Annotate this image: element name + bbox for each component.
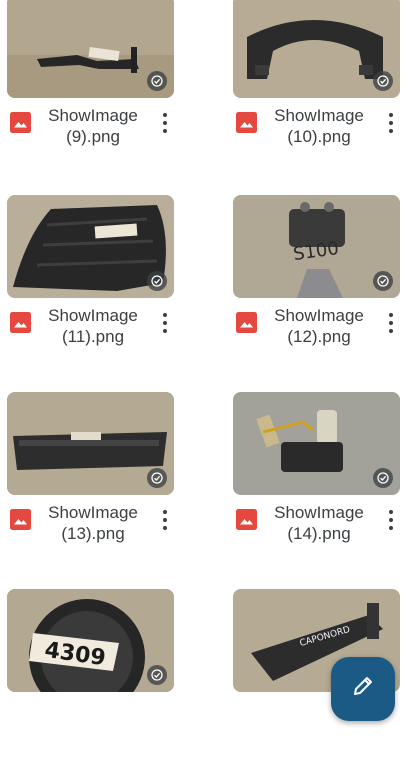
more-vert-icon[interactable] [158,111,172,135]
file-thumbnail[interactable] [233,0,400,98]
image-file-icon [10,312,31,333]
file-name: ShowImage (11).png [48,306,138,346]
file-thumbnail[interactable] [7,0,174,98]
image-file-icon [10,112,31,133]
file-card[interactable]: S100 ShowImage (12).png [226,195,412,385]
image-file-icon [236,312,257,333]
more-vert-icon[interactable] [384,311,398,335]
file-thumbnail[interactable] [233,392,400,495]
file-meta: ShowImage (10).png [226,105,412,149]
file-card[interactable]: ShowImage (11).png [0,195,186,385]
image-file-icon [236,112,257,133]
image-file-icon [236,509,257,530]
file-name: ShowImage (10).png [274,106,364,146]
file-meta: ShowImage (13).png [0,502,186,546]
file-thumbnail[interactable]: 4309 [7,589,174,692]
offline-check-icon [373,271,393,291]
file-name: ShowImage (9).png [48,106,138,146]
file-thumbnail[interactable] [7,392,174,495]
offline-check-icon [373,71,393,91]
edit-fab-button[interactable] [331,657,395,721]
more-vert-icon[interactable] [158,311,172,335]
file-meta: ShowImage (14).png [226,502,412,546]
file-card[interactable]: ShowImage (10).png [226,0,412,185]
offline-check-icon [373,468,393,488]
file-card[interactable]: ShowImage (14).png [226,392,412,582]
file-meta: ShowImage (9).png [0,105,186,149]
file-meta: ShowImage (11).png [0,305,186,349]
file-thumbnail[interactable]: S100 [233,195,400,298]
file-card[interactable]: ShowImage (9).png [0,0,186,185]
file-name: ShowImage (13).png [48,503,138,543]
offline-check-icon [147,665,167,685]
file-grid: ShowImage (9).png ShowImage (10).png Sho… [0,0,414,699]
offline-check-icon [147,71,167,91]
more-vert-icon[interactable] [384,508,398,532]
offline-check-icon [147,271,167,291]
image-file-icon [10,509,31,530]
offline-check-icon [147,468,167,488]
more-vert-icon[interactable] [384,111,398,135]
file-name: ShowImage (12).png [274,306,364,346]
edit-pencil-icon [354,677,372,695]
more-vert-icon[interactable] [158,508,172,532]
file-name: ShowImage (14).png [274,503,364,543]
file-thumbnail[interactable] [7,195,174,298]
file-meta: ShowImage (12).png [226,305,412,349]
file-card[interactable]: 4309 [0,589,186,779]
file-card[interactable]: ShowImage (13).png [0,392,186,582]
